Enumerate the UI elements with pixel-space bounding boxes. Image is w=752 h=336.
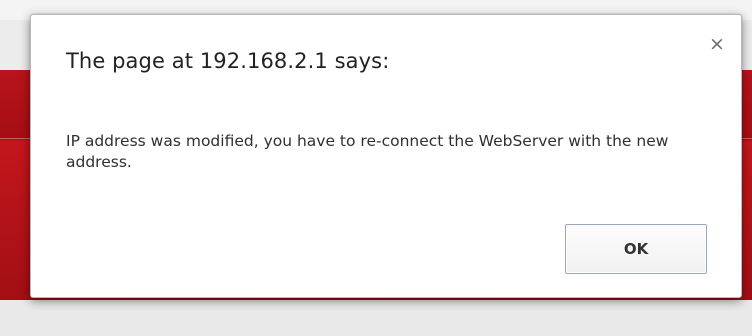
dialog-title: The page at 192.168.2.1 says: (66, 49, 390, 73)
alert-dialog: The page at 192.168.2.1 says: × IP addre… (30, 14, 742, 298)
ok-button[interactable]: OK (565, 224, 707, 274)
dialog-message: IP address was modified, you have to re-… (66, 132, 669, 171)
background-page-bottom (0, 300, 752, 336)
close-icon[interactable]: × (707, 33, 727, 55)
